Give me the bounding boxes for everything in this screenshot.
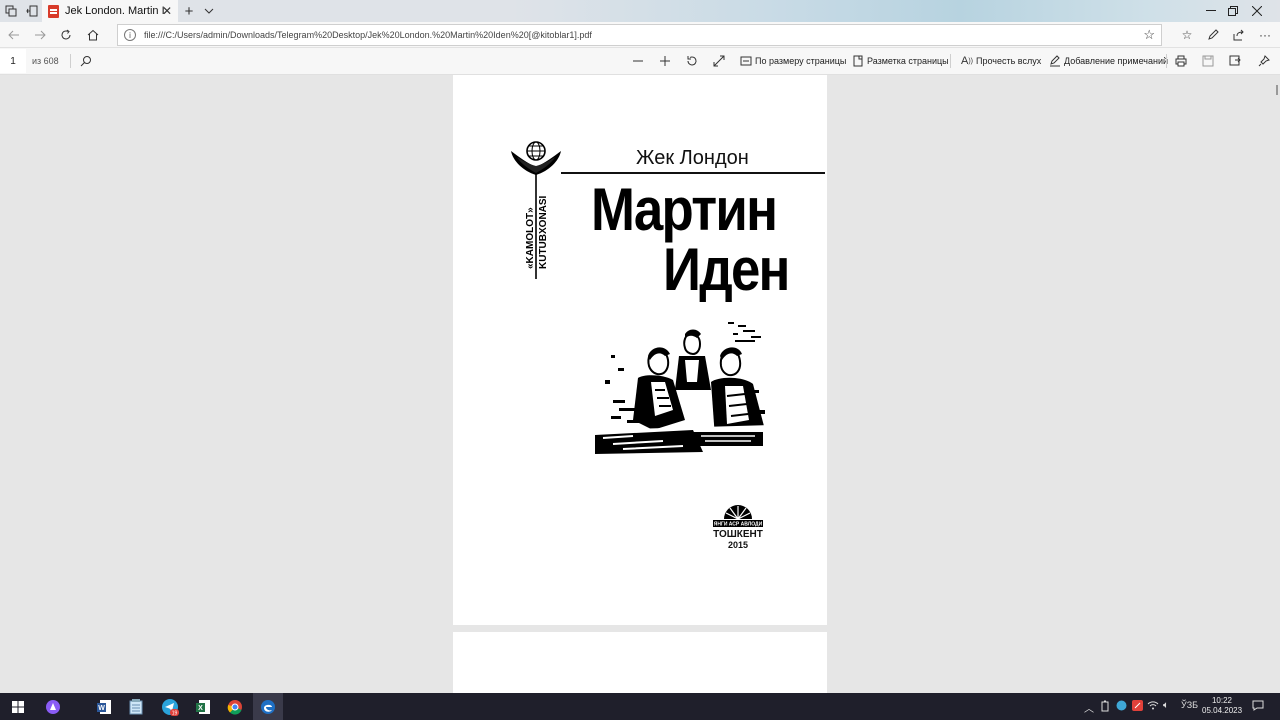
word-app-icon[interactable]: W: [94, 697, 114, 717]
telegram-unread-badge: 19: [172, 711, 178, 717]
favorite-star-icon[interactable]: ☆: [1143, 27, 1155, 43]
svg-text:X: X: [198, 705, 203, 712]
series-name-top: «KAMOLOT»: [525, 207, 536, 269]
pdf-toolbar: 1 из 608 По размеру страницы Разметка ст…: [0, 48, 1280, 75]
pin-toolbar-icon[interactable]: [1258, 53, 1270, 69]
tab-list-chevron-icon[interactable]: [201, 3, 217, 19]
read-aloud-icon[interactable]: A)): [961, 53, 973, 69]
info-icon[interactable]: i: [124, 29, 136, 41]
telegram-app-icon[interactable]: 19: [160, 697, 180, 717]
tray-chevron-icon[interactable]: ︿: [1084, 700, 1094, 715]
vertical-scrollbar-thumb[interactable]: [1276, 85, 1278, 95]
system-clock[interactable]: 10:22 05.04.2023: [1202, 696, 1242, 716]
notifications-icon[interactable]: [1252, 700, 1264, 714]
title-rule: [561, 172, 825, 174]
tab-actions-icon[interactable]: [3, 3, 19, 19]
publisher-city: ТОШКЕНТ: [713, 529, 763, 540]
book-author: Жек Лондон: [636, 147, 749, 169]
volume-icon[interactable]: 🔈︎: [1163, 700, 1169, 711]
read-aloud-button[interactable]: Прочесть вслух: [976, 56, 1041, 66]
add-notes-pen-icon[interactable]: [1049, 53, 1061, 69]
battery-icon[interactable]: [1101, 700, 1109, 715]
print-icon[interactable]: [1175, 53, 1187, 69]
rotate-icon[interactable]: [686, 53, 698, 69]
back-arrow-icon[interactable]: [5, 26, 23, 44]
share-icon[interactable]: [1230, 26, 1248, 44]
favorites-icon[interactable]: ☆: [1178, 26, 1196, 44]
save-as-icon[interactable]: [1229, 53, 1241, 69]
divider: [950, 54, 951, 68]
refresh-icon[interactable]: [57, 26, 75, 44]
new-tab-button[interactable]: +: [181, 3, 197, 20]
fullscreen-icon[interactable]: [713, 53, 725, 69]
antivirus-icon[interactable]: [1132, 700, 1143, 714]
address-bar[interactable]: i file:///C:/Users/admin/Downloads/Teleg…: [117, 24, 1162, 46]
publication-year: 2015: [727, 540, 749, 550]
kamolot-series-logo: «KAMOLOT» KUTUBXONASI: [511, 141, 561, 279]
set-tabs-aside-icon[interactable]: [24, 3, 40, 19]
language-indicator[interactable]: ЎЗБ: [1181, 700, 1198, 710]
wifi-icon[interactable]: [1147, 700, 1159, 713]
more-menu-icon[interactable]: ···: [1256, 26, 1274, 44]
page-number-input[interactable]: 1: [0, 49, 26, 73]
series-name-bottom: KUTUBXONASI: [538, 195, 549, 269]
network-app-icon[interactable]: [1116, 700, 1127, 714]
edge-app-icon[interactable]: [258, 697, 278, 717]
publisher-logo: ЯНГИ АСР АВЛОДИ: [713, 505, 763, 528]
tab-title: Jek London. Martin Ider: [65, 5, 165, 17]
clock-time: 10:22: [1211, 696, 1233, 705]
publisher-small-name: ЯНГИ АСР АВЛОДИ: [714, 522, 763, 528]
save-icon[interactable]: [1202, 53, 1214, 69]
book-title-line1: Мартин: [591, 176, 778, 243]
page-layout-icon[interactable]: [852, 53, 864, 69]
divider: [1166, 54, 1167, 68]
windows-start-icon[interactable]: [8, 697, 28, 717]
windows-taskbar: W 19 X ︿ 🔈︎ ЎЗБ 10:22 05.04.2023: [0, 693, 1280, 720]
close-window-button[interactable]: [1234, 0, 1280, 22]
add-notes-button[interactable]: Добавление примечаний: [1064, 56, 1168, 66]
cover-illustration: [593, 320, 773, 455]
zoom-in-icon[interactable]: [659, 53, 671, 69]
home-icon[interactable]: [84, 26, 102, 44]
page-count: из 608: [32, 56, 59, 66]
forward-arrow-icon[interactable]: [31, 26, 49, 44]
fit-page-button[interactable]: По размеру страницы: [755, 56, 846, 66]
tab-pdf[interactable]: Jek London. Martin Ider ✕: [42, 0, 178, 22]
chrome-app-icon[interactable]: [225, 697, 245, 717]
navigation-bar: i file:///C:/Users/admin/Downloads/Teleg…: [0, 22, 1280, 48]
pdf-page-2: [453, 632, 827, 693]
address-text[interactable]: file:///C:/Users/admin/Downloads/Telegra…: [144, 30, 592, 40]
clock-date: 05.04.2023: [1202, 706, 1243, 715]
alice-assistant-icon[interactable]: [43, 697, 63, 717]
notepad-app-icon[interactable]: [126, 697, 146, 717]
close-tab-icon[interactable]: ✕: [162, 4, 172, 18]
svg-text:W: W: [98, 705, 105, 712]
book-title-line2: Иден: [663, 236, 790, 303]
search-icon[interactable]: [80, 53, 92, 69]
divider: [70, 54, 71, 68]
pdf-page-1: «KAMOLOT» KUTUBXONASI Жек Лондон Мартин …: [453, 75, 827, 625]
page-layout-button[interactable]: Разметка страницы: [867, 56, 949, 66]
title-bar: Jek London. Martin Ider ✕ +: [0, 0, 1280, 22]
pen-notes-icon[interactable]: [1204, 26, 1222, 44]
fit-page-icon[interactable]: [740, 53, 752, 69]
pdf-file-icon: [48, 4, 59, 18]
excel-app-icon[interactable]: X: [193, 697, 213, 717]
pdf-viewer[interactable]: «KAMOLOT» KUTUBXONASI Жек Лондон Мартин …: [0, 75, 1280, 693]
zoom-out-icon[interactable]: [632, 53, 644, 69]
